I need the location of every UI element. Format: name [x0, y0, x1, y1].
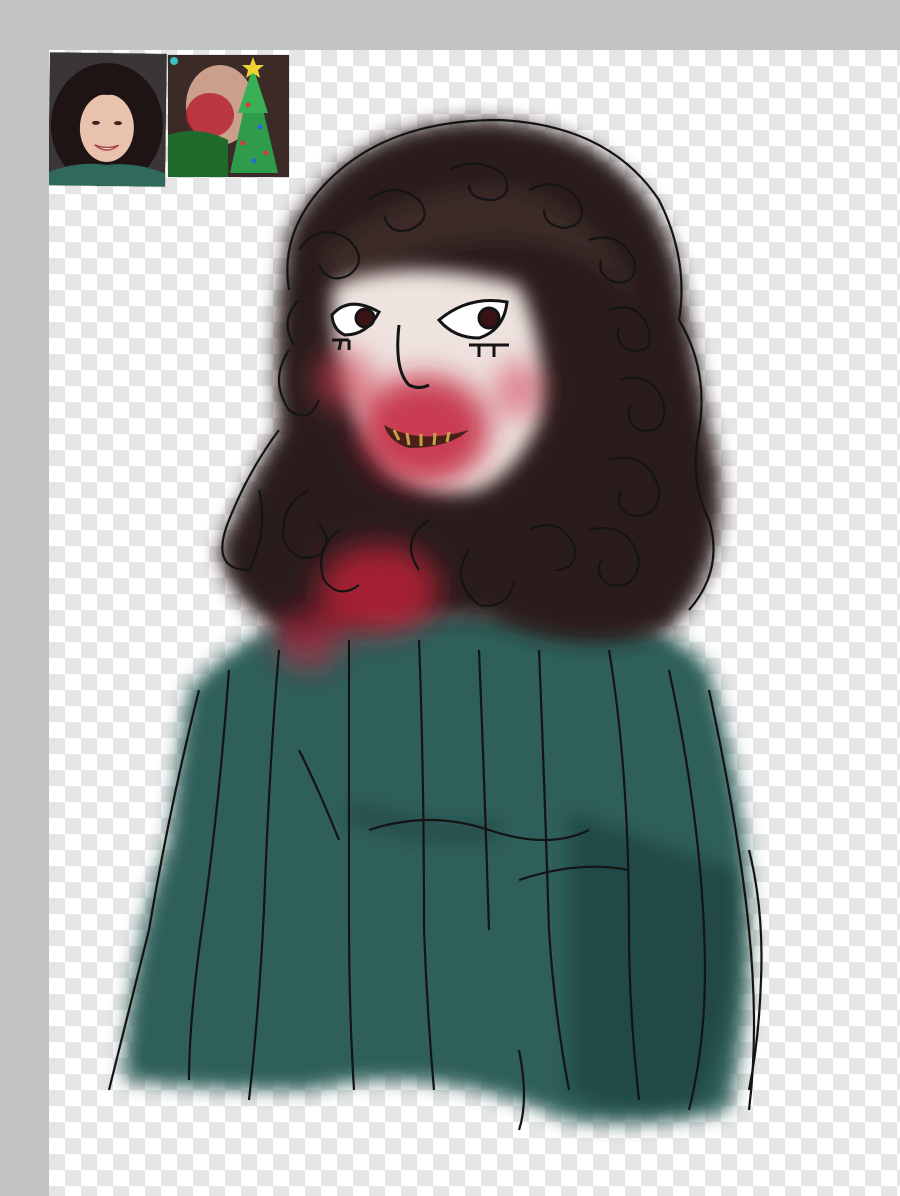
drawing-canvas[interactable] [49, 50, 900, 1196]
left-toolbar-area [0, 0, 49, 1196]
top-toolbar-area [0, 0, 900, 50]
character-artwork [107, 118, 763, 1131]
